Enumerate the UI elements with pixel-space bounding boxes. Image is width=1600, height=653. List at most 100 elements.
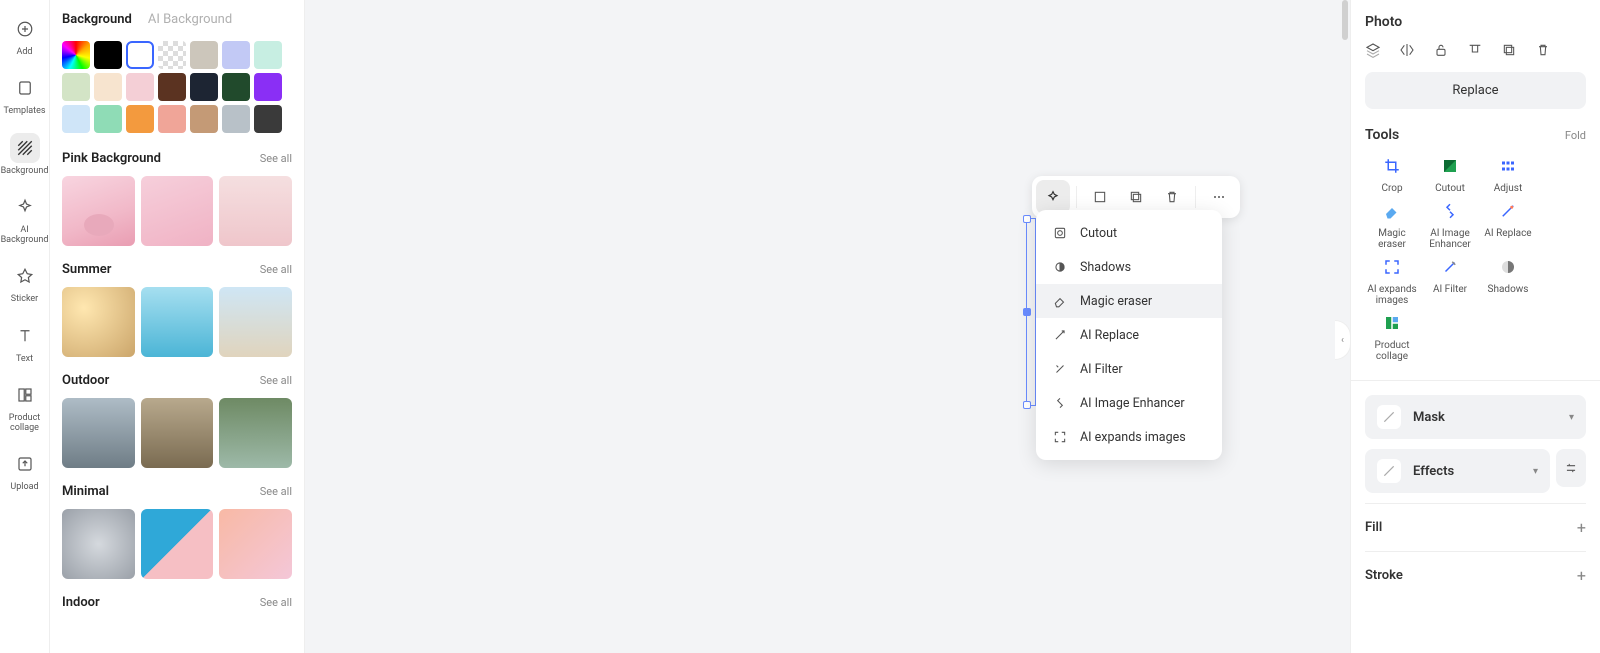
rail-add[interactable]: Add: [2, 8, 48, 67]
thumb-minimal-1[interactable]: [62, 509, 135, 579]
ctx-ai-filter[interactable]: AI Filter: [1036, 352, 1222, 386]
tool-ai-expand[interactable]: AI expands images: [1365, 256, 1419, 306]
selection-handle[interactable]: [1023, 401, 1031, 409]
canvas[interactable]: ‹ Cutout Shadows Magic eraser AI Rep: [305, 0, 1350, 653]
swatch-brown[interactable]: [158, 73, 186, 101]
ctx-cutout[interactable]: Cutout: [1036, 216, 1222, 250]
swatch-light-blue[interactable]: [62, 105, 90, 133]
swatch-mint[interactable]: [254, 41, 282, 69]
swatch-navy[interactable]: [190, 73, 218, 101]
ctx-magic-eraser[interactable]: Magic eraser: [1036, 284, 1222, 318]
see-all-summer[interactable]: See all: [260, 263, 292, 276]
mask-label: Mask: [1413, 410, 1569, 425]
trash-icon[interactable]: [1535, 42, 1551, 58]
tool-ai-filter[interactable]: AI Filter: [1423, 256, 1477, 306]
thumb-outdoor-1[interactable]: [62, 398, 135, 468]
selection-box[interactable]: [1026, 218, 1036, 406]
rail-upload[interactable]: Upload: [2, 443, 48, 502]
selection-handle[interactable]: [1023, 215, 1031, 223]
ctx-ai-replace-label: AI Replace: [1080, 328, 1139, 343]
panel-collapse-handle[interactable]: ‹: [1335, 320, 1351, 360]
rail-templates[interactable]: Templates: [2, 67, 48, 126]
left-rail: Add Templates Background AI Background S…: [0, 0, 50, 653]
stroke-row[interactable]: Stroke +: [1365, 551, 1586, 599]
enhance-icon: [1052, 395, 1068, 411]
flip-icon[interactable]: [1399, 42, 1415, 58]
swatch-white-selected[interactable]: [126, 41, 154, 69]
rail-text[interactable]: Text: [2, 315, 48, 374]
fill-row[interactable]: Fill +: [1365, 503, 1586, 551]
toolbar-ai-button[interactable]: [1036, 180, 1070, 214]
toolbar-crop-button[interactable]: [1083, 180, 1117, 214]
swatch-dark-green[interactable]: [222, 73, 250, 101]
selection-handle[interactable]: [1023, 308, 1031, 316]
tool-ai-replace[interactable]: AI Replace: [1481, 200, 1535, 250]
swatch-transparent[interactable]: [158, 41, 186, 69]
thumb-minimal-2[interactable]: [141, 509, 214, 579]
toolbar-copy-button[interactable]: [1119, 180, 1153, 214]
fold-link[interactable]: Fold: [1565, 129, 1586, 142]
see-all-indoor[interactable]: See all: [260, 596, 292, 609]
swatch-tan[interactable]: [190, 105, 218, 133]
plus-icon[interactable]: +: [1577, 566, 1586, 585]
toolbar-delete-button[interactable]: [1155, 180, 1189, 214]
rail-ai-background[interactable]: AI Background: [2, 186, 48, 255]
rail-product-collage[interactable]: Product collage: [2, 374, 48, 443]
thumb-pink-1[interactable]: [62, 176, 135, 246]
thumb-pink-3[interactable]: [219, 176, 292, 246]
rail-sticker[interactable]: Sticker: [2, 255, 48, 314]
align-icon[interactable]: [1467, 42, 1483, 58]
see-all-pink[interactable]: See all: [260, 152, 292, 165]
lock-icon[interactable]: [1433, 42, 1449, 58]
swatch-black[interactable]: [94, 41, 122, 69]
templates-icon: [10, 73, 40, 103]
swatch-salmon[interactable]: [158, 105, 186, 133]
tool-magic-eraser[interactable]: Magic eraser: [1365, 200, 1419, 250]
plus-icon[interactable]: +: [1577, 518, 1586, 537]
swatch-charcoal[interactable]: [254, 105, 282, 133]
layers-icon[interactable]: [1365, 42, 1381, 58]
tool-adjust[interactable]: Adjust: [1481, 155, 1535, 194]
thumb-pink-2[interactable]: [141, 176, 214, 246]
tool-shadows[interactable]: Shadows: [1481, 256, 1535, 306]
tool-ai-enhancer[interactable]: AI Image Enhancer: [1423, 200, 1477, 250]
swatch-purple[interactable]: [254, 73, 282, 101]
effects-row[interactable]: Effects ▾: [1365, 449, 1550, 493]
swatch-teal[interactable]: [94, 105, 122, 133]
swatch-lavender[interactable]: [222, 41, 250, 69]
swatch-orange[interactable]: [126, 105, 154, 133]
tool-product-collage[interactable]: Product collage: [1365, 312, 1419, 362]
thumb-summer-1[interactable]: [62, 287, 135, 357]
duplicate-icon[interactable]: [1501, 42, 1517, 58]
ctx-ai-enhancer[interactable]: AI Image Enhancer: [1036, 386, 1222, 420]
ctx-ai-replace[interactable]: AI Replace: [1036, 318, 1222, 352]
rail-background[interactable]: Background: [2, 127, 48, 186]
swatch-steel[interactable]: [222, 105, 250, 133]
tool-cutout[interactable]: Cutout: [1423, 155, 1477, 194]
swatch-color-picker[interactable]: [62, 41, 90, 69]
mask-row[interactable]: Mask ▾: [1365, 395, 1586, 439]
thumb-summer-2[interactable]: [141, 287, 214, 357]
see-all-minimal[interactable]: See all: [260, 485, 292, 498]
tools-title: Tools: [1365, 127, 1399, 143]
ctx-shadows[interactable]: Shadows: [1036, 250, 1222, 284]
thumb-outdoor-2[interactable]: [141, 398, 214, 468]
effects-settings-button[interactable]: [1556, 449, 1586, 487]
replace-button[interactable]: Replace: [1365, 72, 1586, 109]
tab-background[interactable]: Background: [62, 12, 132, 27]
swatch-sage[interactable]: [62, 73, 90, 101]
swatch-pink[interactable]: [126, 73, 154, 101]
section-minimal-title: Minimal: [62, 484, 109, 499]
canvas-scrollbar[interactable]: [1342, 0, 1348, 40]
thumb-minimal-3[interactable]: [219, 509, 292, 579]
section-indoor-title: Indoor: [62, 595, 100, 610]
toolbar-more-button[interactable]: [1202, 180, 1236, 214]
tool-crop[interactable]: Crop: [1365, 155, 1419, 194]
ctx-ai-expand[interactable]: AI expands images: [1036, 420, 1222, 454]
swatch-gray[interactable]: [190, 41, 218, 69]
swatch-peach[interactable]: [94, 73, 122, 101]
thumb-outdoor-3[interactable]: [219, 398, 292, 468]
tab-ai-background[interactable]: AI Background: [148, 12, 232, 27]
thumb-summer-3[interactable]: [219, 287, 292, 357]
see-all-outdoor[interactable]: See all: [260, 374, 292, 387]
